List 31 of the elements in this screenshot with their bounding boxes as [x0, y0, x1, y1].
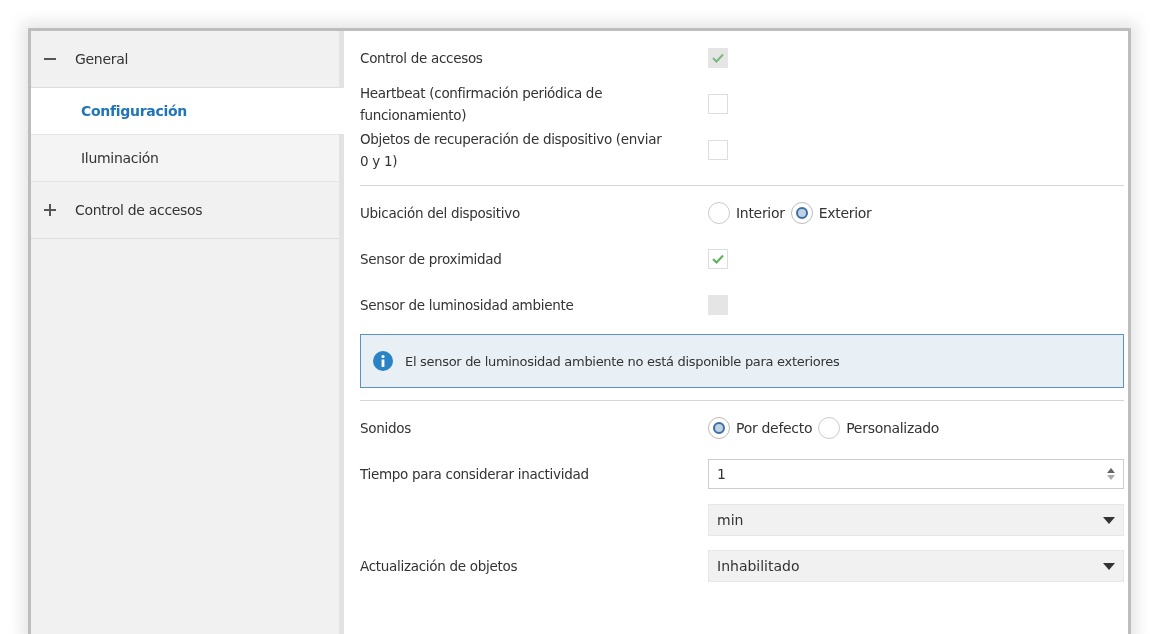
info-text: El sensor de luminosidad ambiente no está disponible para exteriores — [405, 353, 840, 369]
plus-icon — [44, 204, 56, 216]
setting-label: Objetos de recuperación de dispositivo (enviar 0 y 1) — [360, 130, 663, 171]
radio-option[interactable]: Personalizado — [818, 417, 940, 439]
info-icon — [373, 351, 393, 371]
setting-label: Sonidos — [360, 419, 412, 438]
number-field[interactable]: 1 — [708, 459, 1124, 489]
radio-option[interactable]: Por defecto — [708, 417, 813, 439]
setting-label: Sensor de proximidad — [360, 250, 503, 269]
sidebar-group[interactable]: Control de accesos — [31, 182, 339, 239]
checkbox[interactable] — [708, 140, 728, 160]
down-arrow-icon — [1107, 475, 1115, 480]
setting-label: Ubicación del dispositivo — [360, 204, 521, 223]
check-icon — [712, 53, 724, 63]
setting-label: Heartbeat (confirmación periódica de funcionamiento) — [360, 84, 604, 125]
minus-icon — [44, 58, 56, 60]
dropdown[interactable]: min — [708, 504, 1124, 536]
setting-label: Actualización de objetos — [360, 557, 519, 576]
checkbox[interactable] — [708, 94, 728, 114]
caret-icon — [1103, 562, 1115, 570]
setting-label: Control de accesos — [360, 49, 484, 68]
caret-icon — [1103, 516, 1115, 524]
radio-option[interactable]: Exterior — [790, 202, 872, 224]
setting-label: Sensor de luminosidad ambiente — [360, 296, 575, 315]
check-icon — [712, 254, 724, 264]
checkbox[interactable] — [708, 249, 728, 269]
up-arrow-icon — [1107, 468, 1115, 473]
dropdown[interactable]: Inhabilitado — [708, 550, 1124, 582]
setting-label: Tiempo para considerar inactividad — [360, 465, 590, 484]
radio-option[interactable]: Interior — [708, 202, 785, 224]
sidebar-item[interactable]: Configuración — [31, 88, 344, 135]
